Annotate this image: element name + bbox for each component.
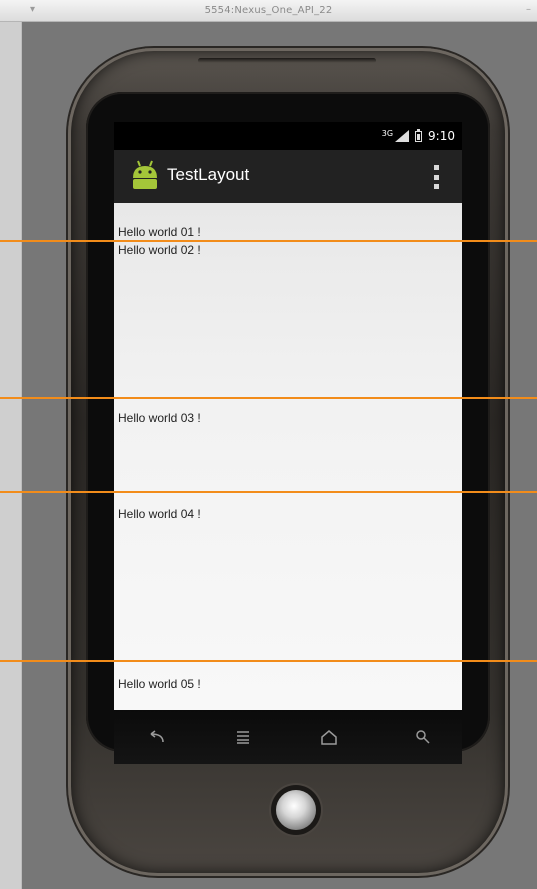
overflow-menu-icon[interactable]: [432, 165, 440, 189]
home-icon[interactable]: [316, 727, 342, 747]
window-close-icon[interactable]: –: [526, 4, 531, 15]
signal-strength-icon: [395, 130, 410, 142]
device-screen: 3G 9:10 TestLayout Hello world 01 ! Hell…: [114, 122, 462, 710]
status-bar: 3G 9:10: [114, 122, 462, 150]
action-bar: TestLayout: [114, 150, 462, 203]
app-title: TestLayout: [167, 165, 250, 184]
network-type: 3G: [381, 128, 394, 138]
search-icon[interactable]: [410, 727, 436, 747]
hello-text-04: Hello world 04 !: [118, 507, 201, 521]
menu-icon[interactable]: [230, 727, 256, 747]
hello-text-01: Hello world 01 !: [118, 225, 201, 239]
hello-text-05: Hello world 05 !: [118, 677, 201, 691]
back-icon[interactable]: [142, 727, 168, 747]
navigation-bar: [114, 710, 462, 764]
hello-text-03: Hello world 03 !: [118, 411, 201, 425]
clock: 9:10: [428, 129, 455, 143]
hello-text-02: Hello world 02 !: [118, 243, 201, 257]
earpiece-speaker: [198, 58, 376, 63]
trackball-button[interactable]: [276, 790, 316, 830]
guide-line: [0, 491, 537, 493]
guide-line: [0, 660, 537, 662]
emulator-window-titlebar: ▾ 5554:Nexus_One_API_22 –: [0, 0, 537, 22]
guide-line: [0, 240, 537, 242]
layout-content: Hello world 01 ! Hello world 02 ! Hello …: [114, 203, 462, 710]
window-title: 5554:Nexus_One_API_22: [204, 5, 333, 16]
window-left-border: [0, 22, 22, 889]
battery-icon: [415, 128, 423, 142]
guide-line: [0, 397, 537, 399]
android-robot-icon: [133, 160, 157, 189]
